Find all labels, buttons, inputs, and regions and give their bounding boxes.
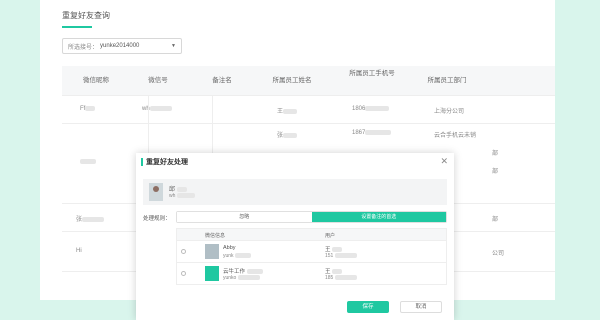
column-header: 微信号	[148, 77, 168, 84]
account-select-label: 所选接号：	[68, 44, 99, 51]
modal-header: 重复好友处理 ✕	[136, 153, 454, 173]
account-select-value: yunke2014000	[100, 43, 140, 49]
friend-avatar	[205, 244, 219, 259]
dept-fragment: 部	[492, 169, 499, 175]
cancel-button[interactable]: 取消	[400, 301, 442, 313]
dept-cell: 上海分公司	[434, 109, 465, 115]
friend-phone: 185	[325, 275, 357, 281]
friend-user: 王	[325, 267, 343, 275]
select-radio[interactable]	[181, 249, 186, 254]
title-underline	[62, 26, 92, 28]
nickname-cell: Hi	[76, 248, 82, 254]
friend-phone: 151	[325, 253, 357, 259]
nickname-cell: Ff	[80, 106, 96, 112]
contact-name: 邱	[169, 184, 187, 193]
save-button[interactable]: 保存	[347, 301, 389, 313]
contact-id: wh	[169, 193, 195, 199]
column-header: 所属员工部门	[427, 77, 467, 84]
phone-cell: 1806	[352, 106, 390, 112]
dept-cell: 云合手机云未销	[434, 133, 477, 139]
friend-row[interactable]: Abby yunk 王 151	[177, 240, 446, 262]
employee-cell: 张	[277, 130, 298, 139]
friend-name: Abby	[223, 245, 236, 251]
friend-id: yunko	[223, 275, 260, 281]
dept-fragment: 公司	[492, 251, 505, 257]
method-toggle: 忽略 设置备注的首选	[176, 211, 447, 223]
friend-id: yunk	[223, 253, 251, 259]
contact-info: 邱 wh	[143, 179, 447, 205]
modal-title-accent	[141, 158, 143, 166]
modal-title: 重复好友处理	[146, 159, 188, 166]
page-title: 重复好友查询	[62, 11, 110, 20]
phone-cell: 1867	[352, 130, 392, 136]
nickname-cell	[80, 159, 96, 165]
column-header: 微信昵称	[83, 77, 109, 84]
duplicate-friend-modal: 重复好友处理 ✕ 邱 wh 处理规则： 忽略 设置备注的首选 微信信息 用户 A…	[136, 153, 454, 320]
avatar	[149, 183, 163, 201]
table-row[interactable]: Ff wh 王 1806 上海分公司	[62, 96, 555, 124]
close-icon[interactable]: ✕	[440, 156, 448, 167]
column-header: 所属员工姓名	[272, 77, 312, 84]
select-radio[interactable]	[181, 271, 186, 276]
column-header: 用户	[325, 233, 336, 239]
wechat-cell: wh	[142, 106, 172, 112]
account-select[interactable]: 所选接号： yunke2014000 ▼	[62, 38, 182, 54]
friend-list-header: 微信信息 用户	[177, 229, 446, 240]
method-label: 处理规则：	[143, 216, 171, 222]
nickname-cell: 张	[76, 214, 105, 223]
friend-user: 王	[325, 245, 343, 253]
friend-list: 微信信息 用户 Abby yunk 王 151 云牛工作 yunko 王 185	[176, 228, 447, 285]
friend-avatar	[205, 266, 219, 281]
friend-name: 云牛工作	[223, 267, 263, 275]
employee-cell: 王	[277, 106, 298, 115]
column-header: 所属员工手机号	[349, 70, 395, 77]
dept-fragment: 部	[492, 151, 499, 157]
column-header: 备注名	[212, 77, 232, 84]
option-ignore[interactable]: 忽略	[177, 212, 312, 222]
friend-row[interactable]: 云牛工作 yunko 王 185	[177, 262, 446, 284]
chevron-down-icon: ▼	[171, 43, 176, 49]
table-header: 微信昵称 微信号 备注名 所属员工姓名 所属员工手机号 所属员工部门	[62, 66, 555, 96]
column-header: 微信信息	[205, 233, 226, 239]
option-set-preferred[interactable]: 设置备注的首选	[311, 212, 446, 222]
dept-fragment: 部	[492, 217, 499, 223]
